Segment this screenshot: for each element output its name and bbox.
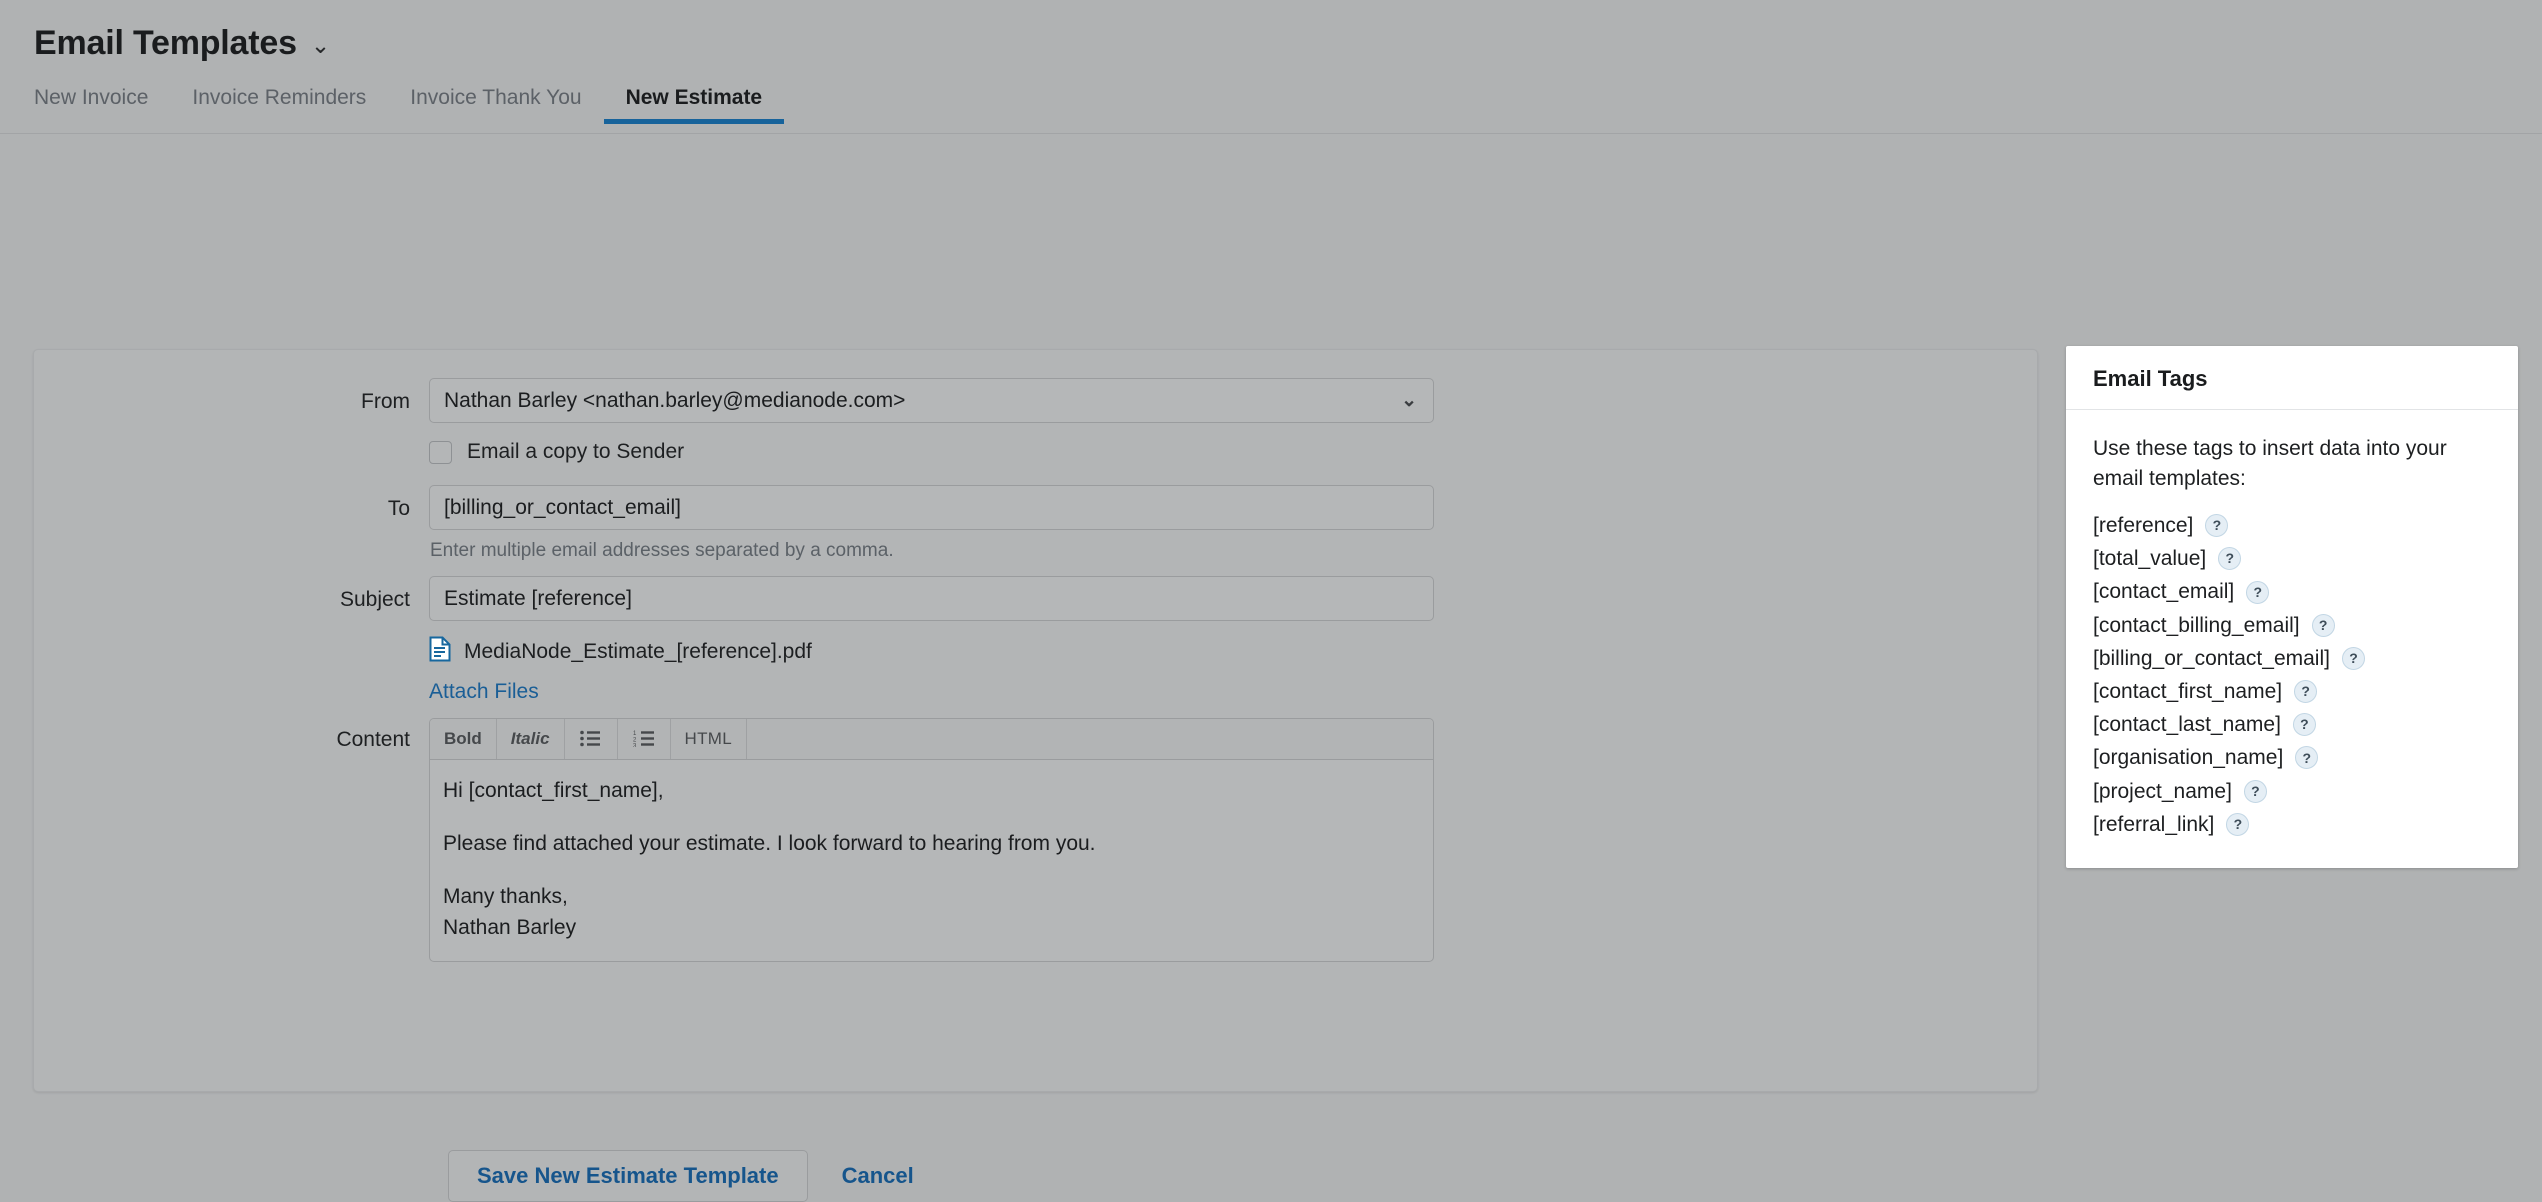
- help-icon[interactable]: ?: [2295, 746, 2319, 770]
- to-field-wrap: [billing_or_contact_email] Enter multipl…: [429, 485, 1434, 564]
- page-header: Email Templates ⌄: [0, 0, 2542, 60]
- help-icon[interactable]: ?: [2218, 547, 2242, 571]
- to-label: To: [387, 497, 410, 520]
- bold-button[interactable]: Bold: [430, 718, 497, 759]
- email-tags-intro: Use these tags to insert data into your …: [2093, 437, 2447, 491]
- tag-label-contact-billing-email: [contact_billing_email]: [2093, 613, 2300, 637]
- tag-label-total-value: [total_value]: [2093, 547, 2207, 571]
- help-icon[interactable]: ?: [2226, 812, 2250, 836]
- content-paragraph-greeting: Hi [contact_first_name],: [443, 778, 664, 802]
- to-row: To [billing_or_contact_email] Enter mult…: [34, 485, 2037, 564]
- email-tags-panel-title: Email Tags: [2093, 366, 2208, 391]
- tag-label-organisation-name: [organisation_name]: [2093, 746, 2284, 770]
- tag-label-project-name: [project_name]: [2093, 779, 2232, 803]
- content-paragraph-message: Please find attached your estimate. I lo…: [443, 831, 1096, 855]
- tab-bar: New Invoice Invoice Reminders Invoice Th…: [0, 87, 2542, 134]
- html-button[interactable]: HTML: [671, 718, 748, 759]
- page-title: Email Templates: [34, 24, 297, 62]
- tag-item: [total_value] ?: [2093, 546, 2491, 571]
- tag-item: [organisation_name] ?: [2093, 745, 2491, 770]
- copy-sender-spacer: [34, 437, 429, 446]
- copy-sender-checkbox-row: Email a copy to Sender: [429, 437, 1434, 467]
- subject-field-wrap: Estimate [reference]: [429, 575, 1434, 621]
- email-template-form-card: From Nathan Barley <nathan.barley@median…: [33, 349, 2038, 1092]
- tag-item: [contact_email] ?: [2093, 579, 2491, 604]
- tag-item: [reference] ?: [2093, 513, 2491, 538]
- tag-label-billing-or-contact-email: [billing_or_contact_email]: [2093, 646, 2330, 670]
- document-icon: [429, 636, 451, 667]
- content-paragraph-signoff: Many thanks, Nathan Barley: [443, 881, 1420, 945]
- tab-invoice-reminders[interactable]: Invoice Reminders: [170, 87, 388, 124]
- tab-new-estimate[interactable]: New Estimate: [603, 87, 785, 124]
- signoff-line-1: Many thanks,: [443, 884, 568, 908]
- copy-sender-label[interactable]: Email a copy to Sender: [467, 440, 684, 464]
- help-icon[interactable]: ?: [2292, 713, 2316, 737]
- tag-label-contact-last-name: [contact_last_name]: [2093, 713, 2281, 737]
- tag-item: [contact_last_name] ?: [2093, 712, 2491, 737]
- help-icon[interactable]: ?: [2246, 580, 2270, 604]
- attach-files-link[interactable]: Attach Files: [429, 680, 539, 704]
- form-inner: From Nathan Barley <nathan.barley@median…: [34, 350, 2037, 963]
- help-icon[interactable]: ?: [2205, 514, 2229, 538]
- copy-sender-field-wrap: Email a copy to Sender: [429, 437, 1434, 467]
- content-editor-body[interactable]: Hi [contact_first_name], Please find att…: [430, 760, 1433, 962]
- attachment-spacer: [34, 635, 429, 644]
- bullet-list-icon-button[interactable]: [565, 718, 618, 759]
- help-icon[interactable]: ?: [2294, 680, 2318, 704]
- attachment-row-wrap: MediaNode_Estimate_[reference].pdf Attac…: [34, 635, 2037, 704]
- page-title-row: Email Templates ⌄: [34, 26, 2542, 60]
- help-icon[interactable]: ?: [2341, 646, 2365, 670]
- help-icon[interactable]: ?: [2311, 613, 2335, 637]
- email-tags-panel-header: Email Tags: [2066, 346, 2518, 410]
- tag-label-contact-email: [contact_email]: [2093, 580, 2235, 604]
- from-row: From Nathan Barley <nathan.barley@median…: [34, 378, 2037, 423]
- italic-button[interactable]: Italic: [497, 718, 565, 759]
- numbered-list-icon-button[interactable]: 1 2 3: [618, 718, 671, 759]
- footer-actions: Save New Estimate Template Cancel: [448, 1150, 914, 1202]
- copy-sender-row: Email a copy to Sender: [34, 437, 2037, 467]
- tag-item: [referral_link] ?: [2093, 812, 2491, 837]
- svg-text:3: 3: [633, 744, 637, 748]
- to-input[interactable]: [billing_or_contact_email]: [429, 485, 1434, 530]
- email-tags-panel-body: Use these tags to insert data into your …: [2066, 410, 2518, 868]
- tab-new-invoice[interactable]: New Invoice: [34, 87, 170, 124]
- email-tags-panel: Email Tags Use these tags to insert data…: [2066, 346, 2518, 868]
- tag-label-contact-first-name: [contact_first_name]: [2093, 679, 2283, 703]
- to-hint: Enter multiple email addresses separated…: [430, 540, 894, 561]
- chevron-down-icon[interactable]: ⌄: [311, 33, 330, 57]
- attachment-field-wrap: MediaNode_Estimate_[reference].pdf Attac…: [429, 635, 1434, 704]
- svg-text:1: 1: [633, 731, 637, 737]
- content-editor: Bold Italic 1 2 3 HTML Hi [contact_first…: [429, 717, 1434, 963]
- content-area: From Nathan Barley <nathan.barley@median…: [0, 134, 2542, 1202]
- cancel-button[interactable]: Cancel: [842, 1163, 914, 1189]
- tab-invoice-thank-you[interactable]: Invoice Thank You: [388, 87, 603, 124]
- help-icon[interactable]: ?: [2243, 779, 2267, 803]
- chevron-down-icon: ⌄: [1401, 390, 1417, 411]
- copy-sender-checkbox[interactable]: [429, 440, 452, 464]
- tag-label-reference: [reference]: [2093, 514, 2194, 538]
- signoff-line-2: Nathan Barley: [443, 916, 577, 940]
- tag-item: [contact_billing_email] ?: [2093, 613, 2491, 638]
- subject-row: Subject Estimate [reference]: [34, 575, 2037, 621]
- tag-item: [billing_or_contact_email] ?: [2093, 646, 2491, 671]
- attachment-row: MediaNode_Estimate_[reference].pdf: [429, 635, 1434, 669]
- content-field-wrap: Bold Italic 1 2 3 HTML Hi [contact_first…: [429, 717, 1434, 963]
- from-select[interactable]: Nathan Barley <nathan.barley@medianode.c…: [429, 378, 1434, 423]
- from-field-wrap: Nathan Barley <nathan.barley@medianode.c…: [429, 378, 1434, 423]
- tab-list: New Invoice Invoice Reminders Invoice Th…: [34, 87, 2542, 134]
- editor-toolbar: Bold Italic 1 2 3 HTML: [430, 718, 1433, 760]
- subject-input[interactable]: Estimate [reference]: [429, 575, 1434, 621]
- subject-label: Subject: [339, 587, 410, 611]
- save-button[interactable]: Save New Estimate Template: [448, 1150, 808, 1202]
- from-select-value: Nathan Barley <nathan.barley@medianode.c…: [444, 389, 906, 412]
- content-label: Content: [336, 727, 410, 751]
- tag-label-referral-link: [referral_link]: [2093, 812, 2215, 836]
- attachment-filename: MediaNode_Estimate_[reference].pdf: [464, 639, 812, 663]
- content-row: Content Bold Italic 1 2 3 HTML Hi [conta…: [34, 717, 2037, 963]
- from-label: From: [361, 390, 410, 413]
- tag-item: [project_name] ?: [2093, 779, 2491, 804]
- tag-item: [contact_first_name] ?: [2093, 679, 2491, 704]
